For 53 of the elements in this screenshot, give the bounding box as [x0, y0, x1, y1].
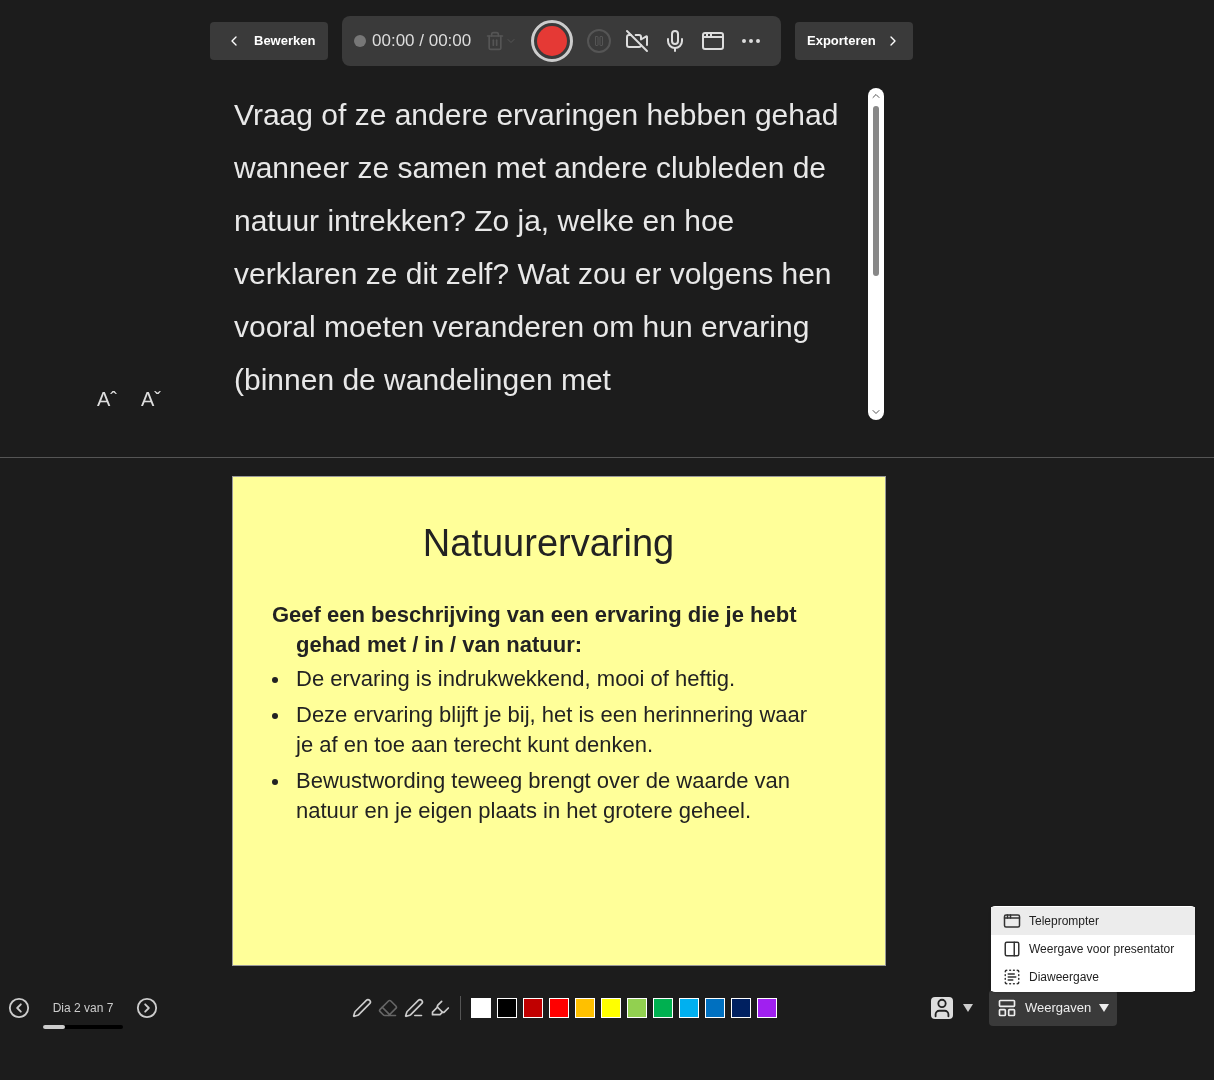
- notes-text: Vraag of ze andere ervaringen hebben gehad wanneer ze samen met andere clubleden de natuur intrekken? Zo ja, welke en hoe verklaren ze dit zelf? Wat zou er volgens hen vooral moeten veranderen om hun ervaring (binnen de wandelingen met: [234, 97, 840, 398]
- color-swatch[interactable]: [627, 998, 647, 1018]
- caret-icon: [963, 1004, 973, 1012]
- record-button[interactable]: [531, 20, 574, 62]
- layout-icon: [997, 998, 1017, 1018]
- slide-counter: Dia 2 van 7: [52, 1000, 114, 1017]
- menu-item[interactable]: Weergave voor presentator: [991, 935, 1195, 963]
- menu-item[interactable]: Teleprompter: [991, 907, 1195, 935]
- camera-off-icon[interactable]: [625, 29, 650, 53]
- highlighter-icon[interactable]: [430, 998, 450, 1018]
- increase-font-button[interactable]: Aˆ: [97, 384, 117, 414]
- edit-button[interactable]: Bewerken: [210, 22, 328, 60]
- slide-title: Natuurervaring: [421, 521, 676, 566]
- color-swatch[interactable]: [523, 998, 543, 1018]
- menu-item[interactable]: Diaweergave: [991, 963, 1195, 991]
- camera-view-button[interactable]: [931, 997, 973, 1019]
- color-swatch[interactable]: [601, 998, 621, 1018]
- color-swatch[interactable]: [575, 998, 595, 1018]
- person-icon: [931, 997, 953, 1019]
- color-swatch[interactable]: [653, 998, 673, 1018]
- slide-bullet: De ervaring is indrukwekkend, mooi of heftig.: [296, 665, 735, 693]
- panel-icon: [1003, 940, 1021, 958]
- bullet-icon: [272, 677, 278, 683]
- menu-item-label: Diaweergave: [1029, 969, 1100, 986]
- lasso-pen-icon[interactable]: [404, 998, 424, 1018]
- views-button[interactable]: Weergaven: [989, 990, 1118, 1026]
- scrollbar[interactable]: [868, 88, 884, 420]
- scroll-thumb[interactable]: [873, 106, 879, 276]
- color-swatch[interactable]: [497, 998, 517, 1018]
- decrease-font-button[interactable]: Aˇ: [141, 384, 161, 414]
- previous-slide-icon[interactable]: [8, 997, 30, 1019]
- menu-item-label: Weergave voor presentator: [1029, 941, 1175, 958]
- text-lines-icon: [1003, 968, 1021, 986]
- recording-time: 00:00 / 00:00: [372, 30, 472, 53]
- next-slide-icon[interactable]: [136, 997, 158, 1019]
- color-swatch[interactable]: [679, 998, 699, 1018]
- color-swatch[interactable]: [471, 998, 491, 1018]
- trash-icon: [485, 31, 506, 51]
- bullet-icon: [272, 713, 278, 719]
- color-swatch[interactable]: [705, 998, 725, 1018]
- slide-bullet: Bewustwording teweeg brengt over de waarde van natuur en je eigen plaats in het grotere geheel.: [296, 767, 792, 825]
- slide-bullet: Deze ervaring blijft je bij, het is een herinnering waar je af en toe aan terecht kunt denken.: [296, 701, 809, 759]
- pause-icon: [593, 35, 606, 47]
- slide-intro: Geef een beschrijving van een ervaring die je hebt gehad met / in / van natuur:: [272, 601, 798, 659]
- menu-item-label: Teleprompter: [1029, 913, 1100, 930]
- color-swatch[interactable]: [549, 998, 569, 1018]
- window-icon: [1003, 912, 1021, 930]
- caret-icon: [1099, 1004, 1110, 1012]
- bullet-icon: [272, 779, 278, 785]
- color-swatch[interactable]: [731, 998, 751, 1018]
- export-button[interactable]: Exporteren: [795, 22, 913, 60]
- color-swatch[interactable]: [757, 998, 777, 1018]
- pen-icon[interactable]: [352, 998, 372, 1018]
